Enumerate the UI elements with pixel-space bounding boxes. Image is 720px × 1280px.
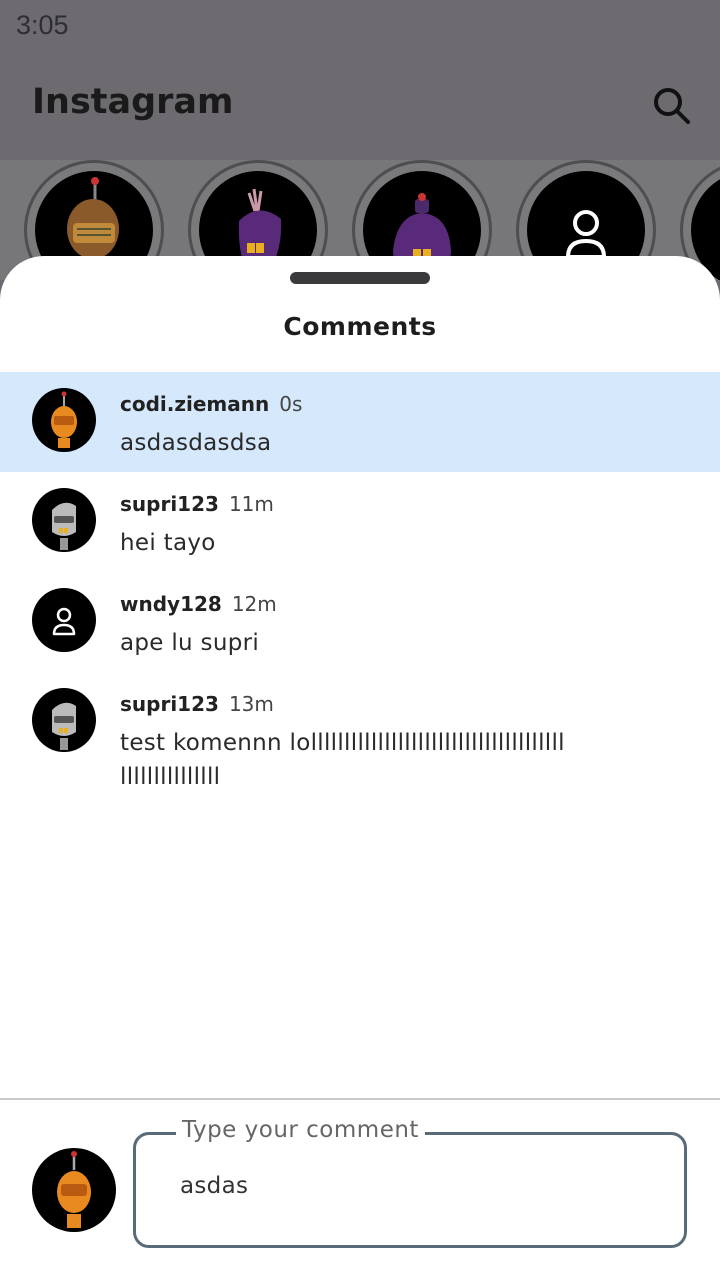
comment-username[interactable]: supri123 [120,492,219,516]
comment-item[interactable]: supri123 11m hei tayo [0,472,720,572]
app-title: Instagram [32,82,234,122]
gray-robot-avatar-icon [52,502,76,550]
comment-text: test komennn lolllllllllllllllllllllllll… [120,730,565,790]
user-icon [52,607,76,636]
avatar[interactable] [32,688,96,752]
comment-input-label: Type your comment [176,1117,425,1143]
comments-sheet: Comments codi.ziemann 0s asdasdasdsa sup… [0,256,720,1280]
drag-handle[interactable] [290,272,430,284]
comment-input-box[interactable]: Type your comment [133,1117,687,1248]
comment-time: 0s [279,392,303,416]
comment-input[interactable] [180,1173,640,1199]
comment-header: supri123 13m [120,692,274,716]
comment-text: hei tayo [120,530,216,556]
comment-time: 13m [228,692,274,716]
orange-robot-avatar-icon [57,1151,91,1228]
search-icon[interactable] [648,82,696,130]
comment-text: asdasdasdsa [120,430,272,456]
gray-robot-avatar-icon [52,702,76,750]
divider [0,1098,720,1100]
comment-header: supri123 11m [120,492,274,516]
comment-time: 12m [231,592,277,616]
comment-username[interactable]: supri123 [120,692,219,716]
comment-username[interactable]: codi.ziemann [120,392,269,416]
avatar[interactable] [32,588,96,652]
comment-username[interactable]: wndy128 [120,592,222,616]
comment-header: wndy128 12m [120,592,277,616]
comment-header: codi.ziemann 0s [120,392,302,416]
comment-item[interactable]: supri123 13m test komennn lolllllllllllll… [0,672,720,812]
sheet-title: Comments [283,312,437,341]
current-user-avatar [32,1148,116,1232]
avatar[interactable] [32,488,96,552]
comment-time: 11m [228,492,274,516]
app-bar: Instagram [0,52,720,160]
comment-text: ape lu supri [120,630,260,656]
comment-item[interactable]: wndy128 12m ape lu supri [0,572,720,672]
status-bar: 3:05 [0,0,720,52]
avatar[interactable] [32,388,96,452]
status-time: 3:05 [16,10,69,40]
orange-robot-avatar-icon [51,391,77,448]
comment-item[interactable]: codi.ziemann 0s asdasdasdsa [0,372,720,472]
